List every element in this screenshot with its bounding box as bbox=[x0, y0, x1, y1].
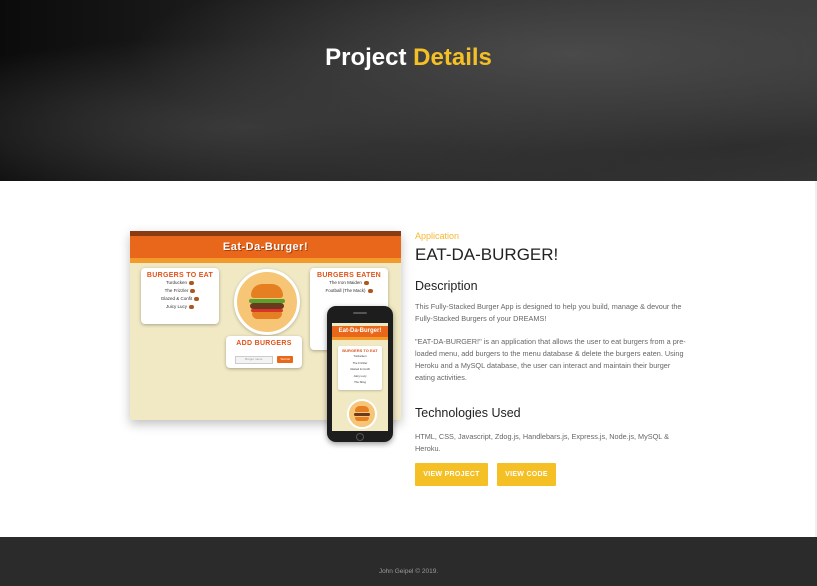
hero-banner: Project Details bbox=[0, 0, 817, 181]
page-title-main: Project bbox=[325, 44, 407, 71]
list-item: Turducken bbox=[141, 279, 219, 287]
page-title: Project Details bbox=[0, 44, 817, 72]
description-heading: Description bbox=[415, 279, 478, 293]
mockup-card-title: BURGERS TO EAT bbox=[146, 272, 214, 279]
mockup-card-title: BURGERS EATEN bbox=[316, 272, 382, 279]
burger-icon bbox=[189, 304, 194, 309]
description-paragraph-1: This Fully-Stacked Burger App is designe… bbox=[415, 302, 682, 323]
view-code-button[interactable]: VIEW CODE bbox=[497, 463, 556, 486]
burger-icon bbox=[189, 280, 195, 285]
list-item: The Frizzler bbox=[141, 287, 219, 295]
phone-home-button bbox=[356, 433, 364, 441]
mockup-app-title: Eat-Da-Burger! bbox=[130, 236, 401, 258]
mockup-header-band bbox=[130, 258, 401, 263]
burger-icon bbox=[367, 288, 373, 293]
phone-speaker bbox=[353, 312, 367, 314]
mockup-add-burgers-card: ADD BURGERS Burger name Submit bbox=[226, 336, 302, 368]
description-paragraph-2: "EAT-DA-BURGER!" is an application that … bbox=[415, 337, 686, 382]
technologies-heading: Technologies Used bbox=[415, 406, 521, 420]
phone-burgers-card: BURGERS TO EAT Turducken The Frizzler Gl… bbox=[338, 346, 382, 390]
list-item: Football (The Mack) bbox=[310, 287, 388, 295]
burger-icon bbox=[190, 288, 196, 293]
footer: John Geipel © 2019. bbox=[0, 537, 817, 586]
list-item: The Sling bbox=[354, 380, 366, 384]
mockup-card-title: ADD BURGERS bbox=[236, 340, 292, 347]
mockup-submit-button: Submit bbox=[277, 356, 294, 364]
footer-copyright: John Geipel © 2019. bbox=[378, 568, 439, 575]
mockup-burgers-to-eat-card: BURGERS TO EAT Turducken The Frizzler Gl… bbox=[141, 268, 219, 324]
mockup-burger-input: Burger name bbox=[234, 355, 273, 364]
phone-app-title: Eat-Da-Burger! bbox=[332, 326, 388, 337]
list-item: Juicy Lucy bbox=[141, 303, 219, 311]
list-item: The Iron Maiden bbox=[310, 279, 388, 287]
phone-screen: Eat-Da-Burger! BURGERS TO EAT Turducken … bbox=[332, 323, 388, 431]
list-item: Glazed & Confit bbox=[141, 295, 219, 303]
technologies-text: HTML, CSS, Javascript, Zdog.js, Handleba… bbox=[415, 432, 669, 453]
page-title-accent: Details bbox=[413, 44, 492, 71]
project-title: EAT-DA-BURGER! bbox=[415, 245, 559, 264]
phone-mockup: Eat-Da-Burger! BURGERS TO EAT Turducken … bbox=[327, 306, 393, 442]
burger-icon bbox=[194, 296, 200, 301]
phone-burger-illustration bbox=[347, 399, 377, 429]
burger-illustration bbox=[234, 269, 300, 335]
project-category: Application bbox=[415, 231, 460, 241]
burger-icon bbox=[363, 280, 369, 285]
view-project-button[interactable]: VIEW PROJECT bbox=[415, 463, 488, 486]
